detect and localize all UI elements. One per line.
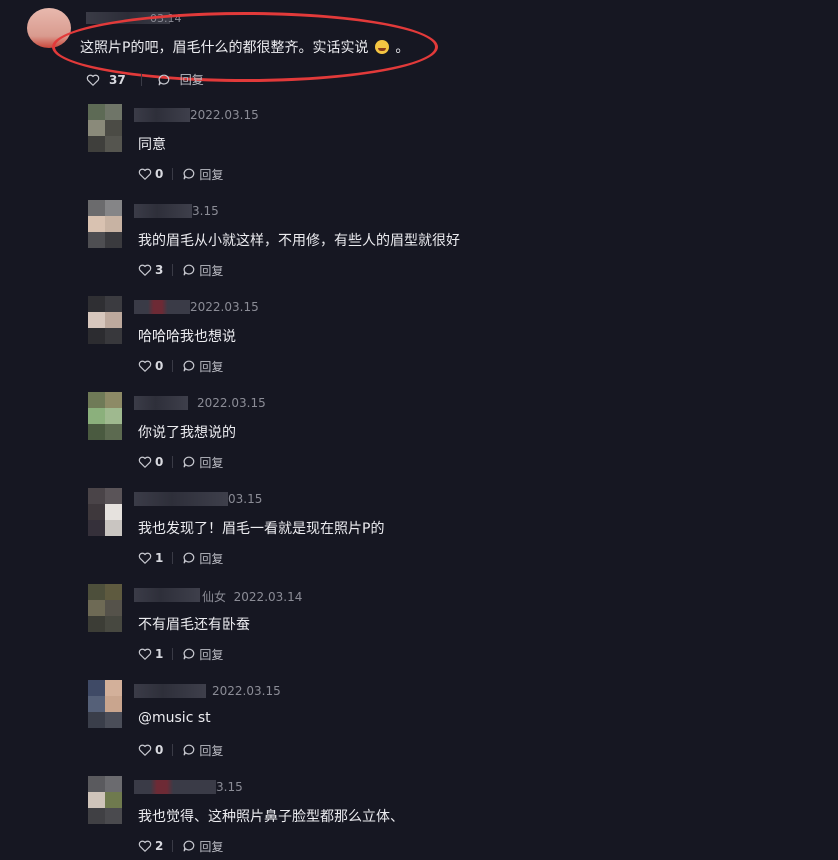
divider <box>172 840 174 852</box>
like-count: 0 <box>155 167 164 181</box>
reply-bubble-icon[interactable] <box>182 359 196 373</box>
heart-icon[interactable] <box>138 647 152 661</box>
reply-item: 仙女 2022.03.14 不有眉毛还有卧蚕 1 回复 <box>0 584 838 680</box>
reply-actions: 0 回复 <box>138 454 223 470</box>
avatar[interactable] <box>88 200 122 248</box>
like-count: 3 <box>155 263 164 277</box>
reply-date: 2022.03.15 <box>190 300 259 314</box>
reply-actions: 1 回复 <box>138 550 223 566</box>
like-count: 0 <box>155 743 164 757</box>
reply-button[interactable]: 回复 <box>199 358 223 375</box>
reply-date: 3.15 <box>192 204 219 218</box>
reply-bubble-icon[interactable] <box>182 263 196 277</box>
reply-bubble-icon[interactable] <box>157 73 171 87</box>
reply-bubble-icon[interactable] <box>182 167 196 181</box>
avatar[interactable] <box>88 584 122 632</box>
reply-text: 我也觉得、这种照片鼻子脸型都那么立体、 <box>138 809 404 825</box>
reply-date: 03.15 <box>228 492 263 506</box>
reply-button[interactable]: 回复 <box>199 454 223 471</box>
like-count: 2 <box>155 839 164 853</box>
reply-button[interactable]: 回复 <box>199 742 223 759</box>
username-blurred[interactable] <box>134 588 200 602</box>
heart-icon[interactable] <box>138 551 152 565</box>
like-count: 37 <box>109 72 126 87</box>
reply-button[interactable]: 回复 <box>199 262 223 279</box>
reply-date: 3.15 <box>216 780 243 794</box>
reply-bubble-icon[interactable] <box>182 455 196 469</box>
reply-actions: 3 回复 <box>138 262 223 278</box>
username-blurred[interactable] <box>134 396 188 410</box>
reply-bubble-icon[interactable] <box>182 839 196 853</box>
divider <box>172 456 174 468</box>
username-blurred[interactable] <box>134 204 192 218</box>
username-blurred[interactable] <box>134 780 216 794</box>
heart-icon[interactable] <box>138 359 152 373</box>
comment-actions: 37 回复 <box>86 71 204 88</box>
reply-button[interactable]: 回复 <box>199 550 223 567</box>
reply-item: 3.15 我也觉得、这种照片鼻子脸型都那么立体、 2 回复 <box>0 776 838 860</box>
heart-icon[interactable] <box>138 263 152 277</box>
divider <box>140 73 142 86</box>
username-suffix: 仙女 <box>202 590 227 604</box>
like-count: 0 <box>155 359 164 373</box>
reply-text: 我的眉毛从小就这样，不用修，有些人的眉型就很好 <box>138 233 460 249</box>
like-count: 0 <box>155 455 164 469</box>
reply-date: 2022.03.15 <box>190 108 259 122</box>
divider <box>172 264 174 276</box>
comment-thread: 03.14 这照片P的吧，眉毛什么的都很整齐。实话实说 。 37 回复 2022… <box>0 0 838 860</box>
reply-item: 03.15 我也发现了！眉毛一看就是现在照片P的 1 回复 <box>0 488 838 584</box>
reply-text: 同意 <box>138 137 166 153</box>
avatar[interactable] <box>88 488 122 536</box>
heart-icon[interactable] <box>138 839 152 853</box>
like-count: 1 <box>155 551 164 565</box>
reply-actions: 2 回复 <box>138 838 223 854</box>
like-count: 1 <box>155 647 164 661</box>
reply-button[interactable]: 回复 <box>180 71 204 88</box>
heart-icon[interactable] <box>138 167 152 181</box>
reply-item: 2022.03.15 你说了我想说的 0 回复 <box>0 392 838 488</box>
username-blurred[interactable] <box>134 108 190 122</box>
reply-bubble-icon[interactable] <box>182 743 196 757</box>
divider <box>172 744 174 756</box>
divider <box>172 552 174 564</box>
username-blurred[interactable] <box>134 492 228 506</box>
reply-text: @music st <box>138 710 211 726</box>
reply-button[interactable]: 回复 <box>199 166 223 183</box>
heart-icon[interactable] <box>86 73 100 87</box>
heart-icon[interactable] <box>138 743 152 757</box>
divider <box>172 648 174 660</box>
reply-text: 我也发现了！眉毛一看就是现在照片P的 <box>138 521 385 537</box>
reply-button[interactable]: 回复 <box>199 646 223 663</box>
username-blurred[interactable] <box>134 684 206 698</box>
reply-user-and-date: 仙女 2022.03.14 <box>202 588 302 605</box>
avatar[interactable] <box>88 680 122 728</box>
divider <box>172 168 174 180</box>
heart-icon[interactable] <box>138 455 152 469</box>
reply-item: 3.15 我的眉毛从小就这样，不用修，有些人的眉型就很好 3 回复 <box>0 200 838 296</box>
reply-text: 哈哈哈我也想说 <box>138 329 236 345</box>
reply-actions: 0 回复 <box>138 358 223 374</box>
reply-actions: 0 回复 <box>138 742 223 758</box>
reply-actions: 0 回复 <box>138 166 223 182</box>
reply-text: 不有眉毛还有卧蚕 <box>138 617 250 633</box>
reply-date: 2022.03.15 <box>212 684 281 698</box>
avatar[interactable] <box>88 392 122 440</box>
reply-button[interactable]: 回复 <box>199 838 223 855</box>
divider <box>172 360 174 372</box>
avatar[interactable] <box>88 104 122 152</box>
reply-text: 你说了我想说的 <box>138 425 236 441</box>
avatar[interactable] <box>88 296 122 344</box>
avatar[interactable] <box>88 776 122 824</box>
reply-date: 2022.03.15 <box>197 396 266 410</box>
reply-item: 2022.03.15 同意 0 回复 <box>0 104 838 200</box>
reply-bubble-icon[interactable] <box>182 647 196 661</box>
reply-actions: 1 回复 <box>138 646 223 662</box>
username-blurred[interactable] <box>134 300 190 314</box>
reply-item: 2022.03.15 哈哈哈我也想说 0 回复 <box>0 296 838 392</box>
reply-bubble-icon[interactable] <box>182 551 196 565</box>
reply-item: 2022.03.15 @music st 0 回复 <box>0 680 838 776</box>
reply-date: 2022.03.14 <box>233 590 303 604</box>
